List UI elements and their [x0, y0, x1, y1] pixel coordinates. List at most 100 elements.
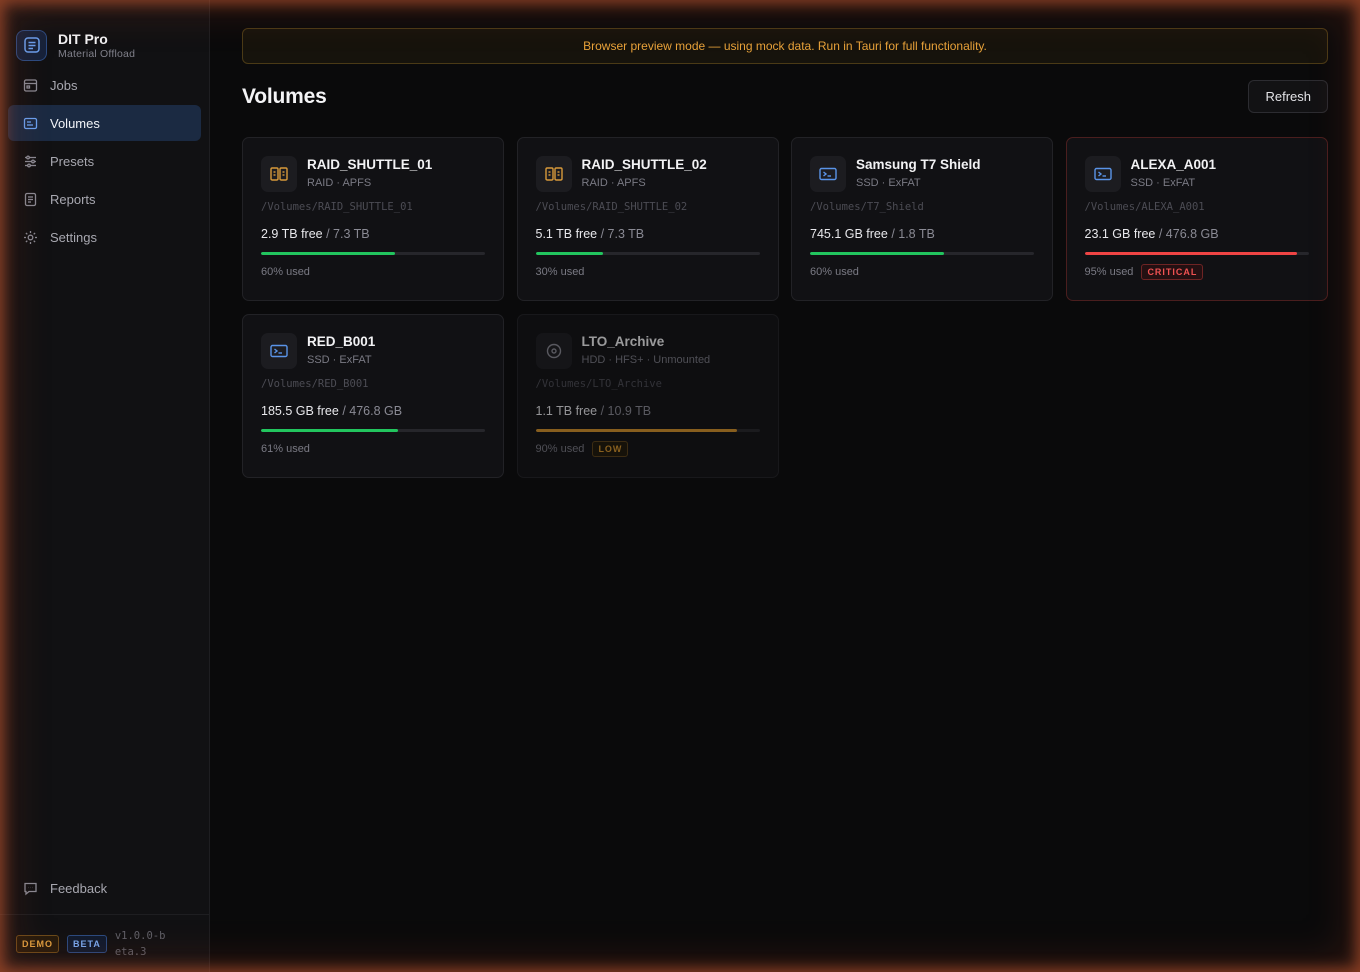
ssd-icon: [810, 156, 846, 192]
sidebar-item-reports[interactable]: Reports: [8, 181, 201, 217]
calendar-icon: [22, 77, 38, 93]
volume-usage: 30% used: [535, 266, 585, 278]
volume-space: 1.1 TB free / 10.9 TB: [536, 404, 760, 418]
banner-text: Browser preview mode — using mock data. …: [583, 39, 987, 53]
volume-space: 185.5 GB free / 476.8 GB: [261, 404, 485, 418]
status-badge: LOW: [592, 441, 629, 457]
main-content: Browser preview mode — using mock data. …: [210, 0, 1360, 972]
sidebar-item-presets[interactable]: Presets: [8, 143, 201, 179]
volume-total: / 1.8 TB: [891, 227, 935, 241]
volume-usage: 61% used: [261, 443, 310, 455]
gear-icon: [22, 229, 38, 245]
volume-card-raid-shuttle-02[interactable]: RAID_SHUTTLE_02 RAID · APFS /Volumes/RAI…: [516, 137, 779, 301]
volume-name: LTO_Archive: [581, 334, 665, 349]
sidebar-item-label: Reports: [50, 191, 96, 207]
usage-bar-fill: [535, 429, 738, 432]
volume-space: 5.1 TB free / 7.3 TB: [536, 227, 760, 241]
sidebar-item-settings[interactable]: Settings: [8, 219, 201, 255]
usage-bar-fill: [261, 429, 398, 432]
volume-usage: 90% used: [535, 443, 585, 455]
volume-meta: RAID · APFS: [307, 177, 372, 189]
volume-total: / 476.8 GB: [342, 404, 403, 418]
volume-path: /Volumes/LTO_Archive: [535, 378, 662, 390]
page-title: Volumes: [242, 84, 327, 108]
sidebar-item-volumes[interactable]: Volumes: [8, 105, 201, 141]
volume-total: / 7.3 TB: [326, 227, 370, 241]
volume-card-raid-shuttle-01[interactable]: RAID_SHUTTLE_01 RAID · APFS /Volumes/RAI…: [242, 137, 504, 301]
volume-total: / 10.9 TB: [600, 404, 652, 418]
sidebar-item-label: Settings: [50, 229, 97, 245]
volume-name: RAID_SHUTTLE_02: [581, 157, 707, 172]
chat-icon: [22, 880, 38, 896]
volume-free: 1.1 TB free: [535, 404, 598, 418]
volume-path: /Volumes/RAID_SHUTTLE_01: [261, 201, 413, 213]
volume-free: 2.9 TB free: [261, 227, 323, 241]
sidebar-item-label: Presets: [50, 153, 95, 169]
volume-space: 2.9 TB free / 7.3 TB: [261, 227, 485, 241]
volume-free: 745.1 GB free: [810, 227, 888, 241]
volume-free: 185.5 GB free: [261, 404, 339, 418]
sidebar-nav: Jobs Volumes Presets Reports Settings: [0, 67, 209, 255]
app-logo-icon: [16, 29, 47, 61]
volume-total: / 476.8 GB: [1158, 227, 1219, 241]
status-badge: CRITICAL: [1141, 264, 1204, 280]
volume-path: /Volumes/ALEXA_A001: [1084, 201, 1205, 213]
volume-space: 745.1 GB free / 1.8 TB: [810, 227, 1034, 241]
ssd-icon: [1084, 156, 1121, 192]
volume-space: 23.1 GB free / 476.8 GB: [1085, 227, 1309, 241]
volume-name: RAID_SHUTTLE_01: [307, 157, 433, 172]
volume-path: /Volumes/T7_Shield: [810, 201, 924, 213]
volume-meta: SSD · ExFAT: [307, 354, 372, 366]
volume-card-samsung-t7-shield[interactable]: Samsung T7 Shield SSD · ExFAT /Volumes/T…: [791, 137, 1053, 301]
beta-badge: BETA: [67, 935, 107, 953]
volume-name: Samsung T7 Shield: [856, 157, 981, 172]
volume-usage: 60% used: [810, 266, 859, 278]
refresh-button[interactable]: Refresh: [1248, 80, 1328, 113]
sidebar-footer: DEMO BETA v1.0.0-beta.3: [0, 914, 209, 972]
version-label: v1.0.0-beta.3: [114, 930, 166, 958]
volume-usage: 95% used: [1084, 266, 1134, 278]
sidebar-item-jobs[interactable]: Jobs: [8, 67, 201, 103]
volume-meta: SSD · ExFAT: [1130, 177, 1196, 189]
document-icon: [22, 191, 38, 207]
raid-icon: [535, 156, 572, 192]
volume-path: /Volumes/RED_B001: [261, 378, 369, 390]
usage-bar: [261, 429, 485, 432]
usage-bar: [535, 252, 760, 255]
usage-bar: [261, 252, 485, 255]
usage-bar-fill: [535, 252, 603, 255]
volume-meta: RAID · APFS: [581, 177, 646, 189]
hdd-icon: [535, 333, 572, 369]
sidebar-item-label: Jobs: [50, 77, 78, 93]
volume-usage: 60% used: [261, 266, 310, 278]
sidebar-item-label: Volumes: [50, 115, 100, 131]
volume-name: ALEXA_A001: [1130, 157, 1217, 172]
volume-meta: SSD · ExFAT: [856, 177, 921, 189]
app-title: DIT Pro: [58, 30, 108, 47]
usage-bar: [1084, 252, 1309, 255]
sliders-icon: [22, 153, 38, 169]
volume-card-alexa-a001[interactable]: ALEXA_A001 SSD · ExFAT /Volumes/ALEXA_A0…: [1065, 137, 1328, 301]
usage-bar: [810, 252, 1034, 255]
volume-card-lto-archive[interactable]: LTO_Archive HDD · HFS+ · Unmounted /Volu…: [516, 314, 779, 478]
volume-card-red-b001[interactable]: RED_B001 SSD · ExFAT /Volumes/RED_B001 1…: [242, 314, 504, 478]
feedback-label: Feedback: [50, 880, 108, 896]
volume-free: 5.1 TB free: [535, 227, 598, 241]
volume-free: 23.1 GB free: [1084, 227, 1156, 241]
preview-mode-banner: Browser preview mode — using mock data. …: [242, 28, 1328, 64]
usage-bar-fill: [261, 252, 396, 255]
ssd-icon: [261, 333, 297, 369]
demo-badge: DEMO: [16, 935, 59, 953]
feedback-button[interactable]: Feedback: [8, 870, 201, 906]
sidebar: DIT Pro Material Offload Jobs Volumes Pr…: [0, 0, 210, 972]
brand: DIT Pro Material Offload: [0, 0, 209, 70]
drive-icon: [22, 115, 38, 131]
volume-total: / 7.3 TB: [600, 227, 645, 241]
volume-grid: RAID_SHUTTLE_01 RAID · APFS /Volumes/RAI…: [242, 137, 1328, 478]
usage-bar-fill: [1084, 252, 1298, 255]
page-header: Volumes Refresh: [242, 80, 1328, 113]
volume-meta: HDD · HFS+ · Unmounted: [581, 354, 711, 366]
app-subtitle: Material Offload: [58, 47, 136, 60]
volume-path: /Volumes/RAID_SHUTTLE_02: [535, 201, 688, 213]
app-window: DIT Pro Material Offload Jobs Volumes Pr…: [0, 0, 1360, 972]
